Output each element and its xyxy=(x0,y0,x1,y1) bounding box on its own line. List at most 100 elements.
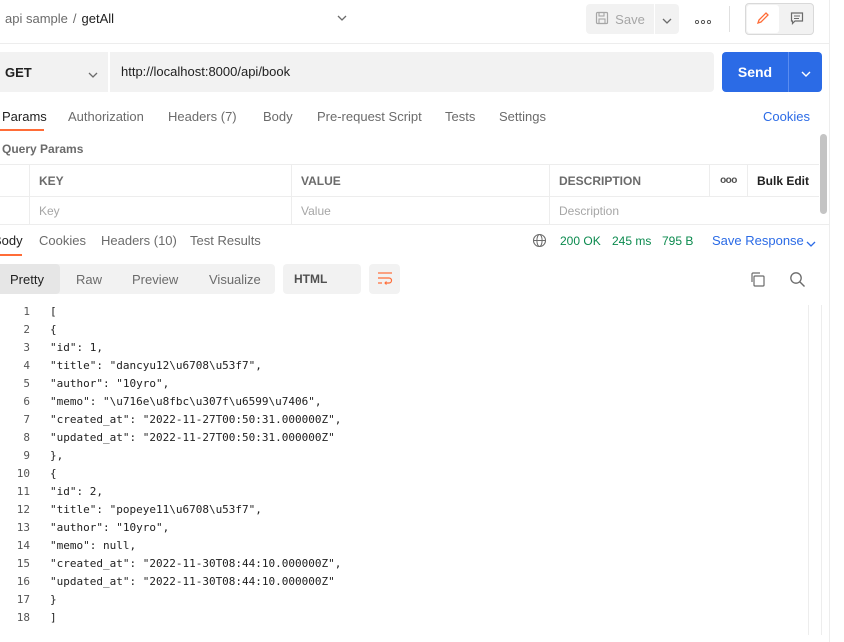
code-text: "title": "dancyu12\u6708\u53f7", xyxy=(50,359,262,372)
column-header-value: VALUE xyxy=(291,165,549,196)
code-text: [ xyxy=(50,305,57,318)
line-number: 7 xyxy=(23,413,30,426)
description-input[interactable]: Description xyxy=(549,197,819,225)
code-text: ] xyxy=(50,611,57,624)
line-number: 13 xyxy=(16,521,30,534)
wrap-lines-icon xyxy=(377,271,393,288)
viewer-tab-visualize[interactable]: Visualize xyxy=(209,264,261,294)
line-number: 5 xyxy=(23,377,30,390)
response-time[interactable]: 245 ms xyxy=(612,234,651,248)
wrap-lines-button[interactable] xyxy=(369,264,400,294)
code-text: "author": "10yro", xyxy=(50,521,170,534)
response-tab-headers[interactable]: Headers (10) xyxy=(101,233,177,248)
chevron-down-icon xyxy=(801,65,811,80)
cookies-link[interactable]: Cookies xyxy=(763,109,810,124)
viewer-tab-preview[interactable]: Preview xyxy=(132,264,178,294)
url-bar: GET http://localhost:8000/api/book xyxy=(0,52,714,92)
request-scrollbar[interactable] xyxy=(820,134,827,214)
code-text: "created_at": "2022-11-27T00:50:31.00000… xyxy=(50,413,342,426)
save-label: Save xyxy=(615,11,645,27)
row-checkbox-cell xyxy=(0,197,29,225)
method-select[interactable]: GET xyxy=(5,65,32,80)
response-size[interactable]: 795 B xyxy=(662,234,693,248)
url-divider xyxy=(108,52,110,92)
tab-params[interactable]: Params xyxy=(2,109,47,124)
line-number: 18 xyxy=(16,611,30,624)
line-number: 2 xyxy=(23,323,30,336)
send-dropdown-button[interactable] xyxy=(789,52,822,92)
send-button[interactable]: Send xyxy=(722,52,788,92)
format-select[interactable]: HTML xyxy=(283,264,361,294)
save-dropdown-button[interactable] xyxy=(655,4,679,34)
code-text: "author": "10yro", xyxy=(50,377,170,390)
code-line: 7 "created_at": "2022-11-27T00:50:31.0000… xyxy=(0,413,808,431)
code-line: 16 "updated_at": "2022-11-30T08:44:10.000… xyxy=(0,575,808,593)
request-tabs: Params Authorization Headers (7) Body Pr… xyxy=(0,107,830,131)
table-header-row: KEY VALUE DESCRIPTION ooo Bulk Edit xyxy=(0,165,819,197)
response-tab-test-results[interactable]: Test Results xyxy=(190,233,261,248)
breadcrumb-separator: / xyxy=(72,11,77,26)
viewer-tab-pretty[interactable]: Pretty xyxy=(0,264,60,294)
code-line: 11 "id": 2, xyxy=(0,485,808,503)
value-input[interactable]: Value xyxy=(291,197,549,225)
copy-icon[interactable] xyxy=(749,271,766,291)
table-row: Key Value Description xyxy=(0,197,819,225)
edit-mode-button[interactable] xyxy=(747,5,779,33)
viewer-tab-raw[interactable]: Raw xyxy=(76,264,102,294)
code-text: "memo": null, xyxy=(50,539,137,552)
line-number: 1 xyxy=(23,305,30,318)
line-number: 3 xyxy=(23,341,30,354)
status-code[interactable]: 200 OK xyxy=(560,234,601,248)
pane-border xyxy=(829,0,830,642)
tab-pre-request-script[interactable]: Pre-request Script xyxy=(317,109,422,124)
code-line: 2{ xyxy=(0,323,808,341)
code-text: }, xyxy=(50,449,64,462)
chevron-down-icon[interactable] xyxy=(337,9,347,24)
column-options-button[interactable]: ooo xyxy=(709,165,747,196)
save-response-button[interactable]: Save Response xyxy=(712,233,804,248)
save-icon xyxy=(595,11,609,28)
format-select-value: HTML xyxy=(294,272,328,286)
code-scrollbar-track[interactable] xyxy=(808,305,822,635)
code-line: 14 "memo": null, xyxy=(0,539,808,557)
more-options-button[interactable] xyxy=(692,8,714,30)
code-line: 8 "updated_at": "2022-11-27T00:50:31.0000… xyxy=(0,431,808,449)
code-line: 9}, xyxy=(0,449,808,467)
code-line: 5 "author": "10yro", xyxy=(0,377,808,395)
code-line: 3 "id": 1, xyxy=(0,341,808,359)
query-params-table: KEY VALUE DESCRIPTION ooo Bulk Edit Key … xyxy=(0,164,819,225)
response-tab-cookies[interactable]: Cookies xyxy=(39,233,86,248)
tab-headers[interactable]: Headers (7) xyxy=(168,109,237,124)
comments-button[interactable] xyxy=(780,4,813,34)
code-text: "id": 2, xyxy=(50,485,103,498)
bulk-edit-button[interactable]: Bulk Edit xyxy=(747,165,819,196)
key-input[interactable]: Key xyxy=(29,197,291,225)
url-input[interactable]: http://localhost:8000/api/book xyxy=(121,64,290,79)
globe-icon[interactable] xyxy=(532,233,547,251)
code-text: { xyxy=(50,467,57,480)
tab-authorization[interactable]: Authorization xyxy=(68,109,144,124)
column-header-key: KEY xyxy=(29,165,291,196)
breadcrumb: api sample / getAll xyxy=(5,11,114,26)
active-tab-indicator xyxy=(0,254,22,256)
checkbox-column-header xyxy=(0,165,29,196)
code-line: 10 { xyxy=(0,467,808,485)
response-tab-body[interactable]: Body xyxy=(0,233,23,248)
tab-tests[interactable]: Tests xyxy=(445,109,475,124)
save-button[interactable]: Save xyxy=(586,4,654,34)
response-header-bar: Body Cookies Headers (10) Test Results 2… xyxy=(0,224,830,256)
chevron-down-icon[interactable] xyxy=(88,66,98,81)
code-text: "id": 1, xyxy=(50,341,103,354)
breadcrumb-collection[interactable]: api sample xyxy=(5,11,68,26)
line-number: 14 xyxy=(16,539,30,552)
search-icon[interactable] xyxy=(789,271,806,291)
code-line: 6 "memo": "\u716e\u8fbc\u307f\u6599\u7406… xyxy=(0,395,808,413)
code-text: "updated_at": "2022-11-30T08:44:10.00000… xyxy=(50,575,335,588)
code-line: 12 "title": "popeye11\u6708\u53f7", xyxy=(0,503,808,521)
chevron-down-icon[interactable] xyxy=(806,235,816,250)
tab-settings[interactable]: Settings xyxy=(499,109,546,124)
breadcrumb-request-name[interactable]: getAll xyxy=(82,11,115,26)
tab-body[interactable]: Body xyxy=(263,109,293,124)
response-body-code[interactable]: 1[ 2{ 3 "id": 1, 4 "title": "dancyu12\u670… xyxy=(0,305,808,635)
line-number: 11 xyxy=(16,485,30,498)
